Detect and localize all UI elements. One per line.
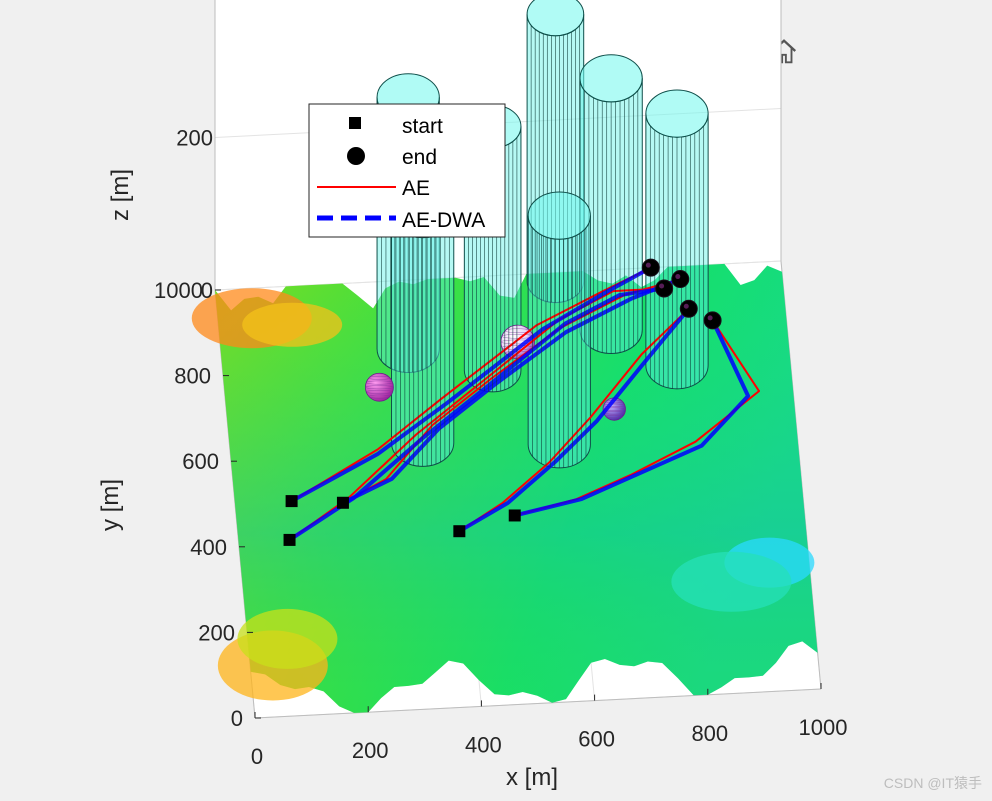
start-marker (283, 533, 296, 546)
x-tick-label: 600 (578, 727, 615, 752)
start-marker (453, 525, 466, 538)
end-marker (679, 299, 698, 318)
x-tick-label: 800 (691, 721, 728, 746)
x-tick-label: 0 (251, 744, 263, 769)
start-marker (285, 495, 298, 508)
x-tick-label: 400 (465, 732, 502, 757)
end-marker-highlight (659, 283, 665, 289)
end-marker (703, 311, 722, 330)
figure-canvas[interactable]: 0200400600800100002004006008001000020040… (0, 0, 992, 801)
start-marker (336, 496, 349, 509)
x-tick-label: 1000 (799, 715, 848, 740)
sphere-obstacle (365, 372, 394, 402)
cylinder-top-cap (579, 54, 643, 103)
legend-label-ae-dwa: AE-DWA (402, 209, 485, 232)
y-tick-label: 200 (198, 620, 235, 645)
legend-label-start: start (402, 115, 443, 138)
terrain-elevation-patch (242, 302, 343, 347)
terrain-elevation-patch (671, 551, 792, 612)
cylinder-top-cap (645, 89, 709, 138)
z-tick-label: 0 (201, 278, 213, 303)
y-axis-label: y [m] (97, 479, 124, 531)
legend[interactable]: start end AE AE-DWA (308, 103, 506, 238)
end-marker (671, 270, 690, 289)
x-tick-label: 200 (352, 738, 389, 763)
end-marker-highlight (645, 262, 651, 268)
legend-label-ae: AE (402, 177, 430, 200)
end-marker (655, 279, 674, 298)
cylinder-top-cap (527, 191, 591, 240)
y-tick-label: 400 (190, 535, 227, 560)
y-tick-label: 0 (231, 706, 243, 731)
end-marker-highlight (707, 315, 713, 321)
terrain-elevation-patch (237, 608, 338, 669)
legend-start-marker (349, 117, 361, 129)
watermark: CSDN @IT猿手 (884, 775, 982, 791)
y-tick-label: 600 (182, 449, 219, 474)
z-axis-label: z [m] (107, 169, 134, 221)
end-marker-highlight (683, 303, 689, 309)
x-axis-label: x [m] (506, 764, 558, 791)
legend-end-marker (347, 147, 365, 165)
y-tick-label: 800 (174, 364, 211, 389)
end-marker (641, 258, 660, 277)
legend-label-end: end (402, 146, 437, 169)
y-tick-label: 1000 (154, 278, 203, 303)
end-marker-highlight (675, 274, 681, 280)
start-marker (508, 509, 521, 522)
z-tick-label: 200 (176, 126, 213, 151)
